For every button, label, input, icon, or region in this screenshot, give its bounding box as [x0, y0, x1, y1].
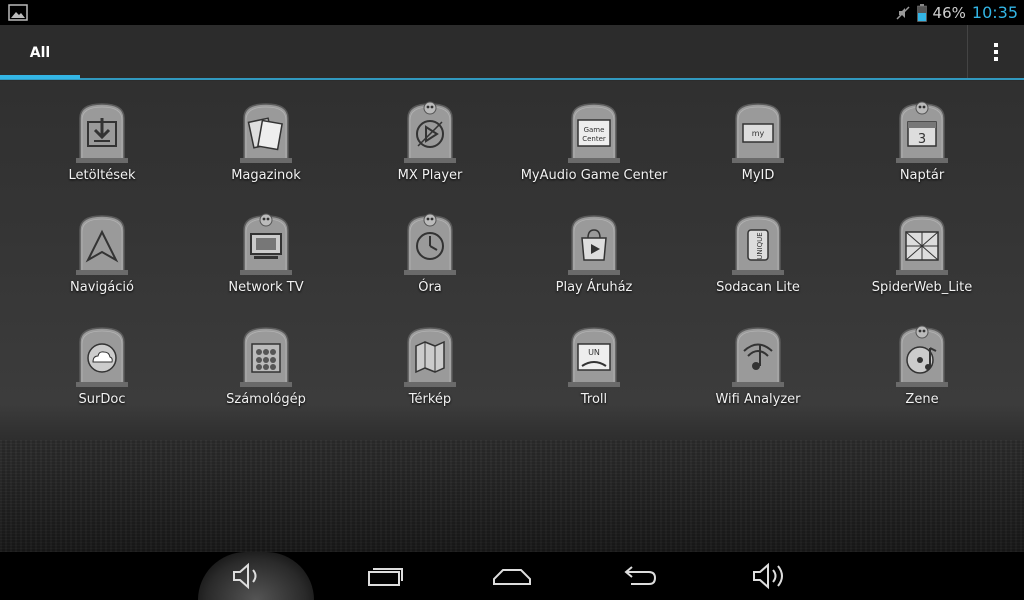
spider-web-icon — [896, 215, 948, 275]
app-label: Navigáció — [70, 280, 134, 295]
recent-apps-icon — [368, 568, 403, 586]
troll-icon: UN — [568, 327, 620, 387]
app-label: Network TV — [228, 280, 304, 295]
app-sodacan-lite[interactable]: UNIQUE Sodacan Lite — [676, 198, 840, 298]
music-icon — [896, 325, 948, 387]
back-icon — [624, 566, 657, 585]
app-label: MyAudio Game Center — [520, 168, 668, 183]
svg-text:3: 3 — [918, 132, 926, 147]
app-label: MX Player — [397, 168, 463, 183]
svg-text:Game: Game — [584, 126, 605, 134]
gallery-icon — [8, 4, 28, 21]
recent-apps-button[interactable] — [353, 552, 417, 600]
app-mx-player[interactable]: MX Player — [348, 86, 512, 186]
cloud-icon — [76, 327, 128, 387]
tab-selected-indicator — [0, 75, 80, 79]
svg-text:UN: UN — [588, 348, 600, 357]
app-label: Sodacan Lite — [716, 280, 800, 295]
app--ra[interactable]: Óra — [348, 198, 512, 298]
svg-text:Center: Center — [582, 135, 606, 143]
app-label: Térkép — [408, 392, 452, 407]
myid-icon: my — [732, 103, 784, 163]
wifi-icon — [732, 327, 784, 387]
battery-icon — [916, 3, 927, 22]
home-icon — [493, 569, 531, 585]
app-napt-r[interactable]: 3 Naptár — [840, 86, 1004, 186]
soda-can-icon: UNIQUE — [732, 215, 784, 275]
app-myaudio-game-center[interactable]: Game Center MyAudio Game Center — [512, 86, 676, 186]
volume-up-button[interactable] — [738, 552, 802, 600]
app-network-tv[interactable]: Network TV — [184, 198, 348, 298]
app-navig-ci[interactable]: Navigáció — [20, 198, 184, 298]
app-label: MyID — [741, 168, 775, 183]
app-let-lt-sek[interactable]: Letöltések — [20, 86, 184, 186]
battery-percent: 46% — [932, 3, 966, 22]
app-label: Magazinok — [231, 168, 301, 183]
app-label: SurDoc — [78, 392, 126, 407]
calculator-icon — [240, 327, 292, 387]
mute-icon — [896, 5, 910, 20]
app-label: Letöltések — [68, 168, 136, 183]
app-label: Számológép — [226, 392, 306, 407]
app-label: Play Áruház — [555, 280, 633, 295]
app-play-ruh-z[interactable]: Play Áruház — [512, 198, 676, 298]
clock-icon — [404, 213, 456, 275]
play-icon — [404, 101, 456, 163]
map-icon — [404, 327, 456, 387]
more-vert-icon — [994, 42, 998, 61]
app-label: Zene — [905, 392, 939, 407]
volume-down-button[interactable] — [216, 552, 280, 600]
app-zene[interactable]: Zene — [840, 310, 1004, 410]
app-myid[interactable]: my MyID — [676, 86, 840, 186]
status-bar: 46% 10:35 — [0, 0, 1024, 25]
game-center-icon: GameCenter — [568, 103, 620, 163]
clock: 10:35 — [971, 3, 1018, 22]
app-troll[interactable]: UN Troll — [512, 310, 676, 410]
download-icon — [76, 103, 128, 163]
app-wifi-analyzer[interactable]: Wifi Analyzer — [676, 310, 840, 410]
status-indicators: 46% 10:35 — [895, 0, 1018, 25]
app-sz-mol-g-p[interactable]: Számológép — [184, 310, 348, 410]
home-button[interactable] — [480, 552, 544, 600]
back-button[interactable] — [608, 552, 672, 600]
tv-icon — [240, 213, 292, 275]
tab-divider-line — [0, 78, 1024, 80]
tab-bar: All — [0, 25, 1024, 81]
app-label: SpiderWeb_Lite — [871, 280, 973, 295]
overflow-menu-button[interactable] — [967, 25, 1024, 78]
play-store-icon — [568, 215, 620, 275]
magazines-icon — [240, 103, 292, 163]
app-surdoc[interactable]: SurDoc — [20, 310, 184, 410]
app-t-rk-p[interactable]: Térkép — [348, 310, 512, 410]
calendar-icon: 3 — [896, 101, 948, 163]
svg-text:UNIQUE: UNIQUE — [756, 232, 764, 259]
svg-text:my: my — [752, 129, 765, 138]
volume-down-icon — [233, 562, 257, 590]
app-magazinok[interactable]: Magazinok — [184, 86, 348, 186]
tab-all[interactable]: All — [0, 25, 80, 81]
navigation-icon — [76, 215, 128, 275]
app-label: Óra — [418, 280, 442, 295]
app-spiderweb-lite[interactable]: SpiderWeb_Lite — [840, 198, 1004, 298]
app-label: Wifi Analyzer — [715, 392, 801, 407]
navigation-bar — [0, 552, 1024, 600]
wallpaper-field — [0, 440, 1024, 552]
app-label: Naptár — [899, 168, 945, 183]
volume-up-icon — [753, 562, 783, 590]
app-label: Troll — [580, 392, 608, 407]
